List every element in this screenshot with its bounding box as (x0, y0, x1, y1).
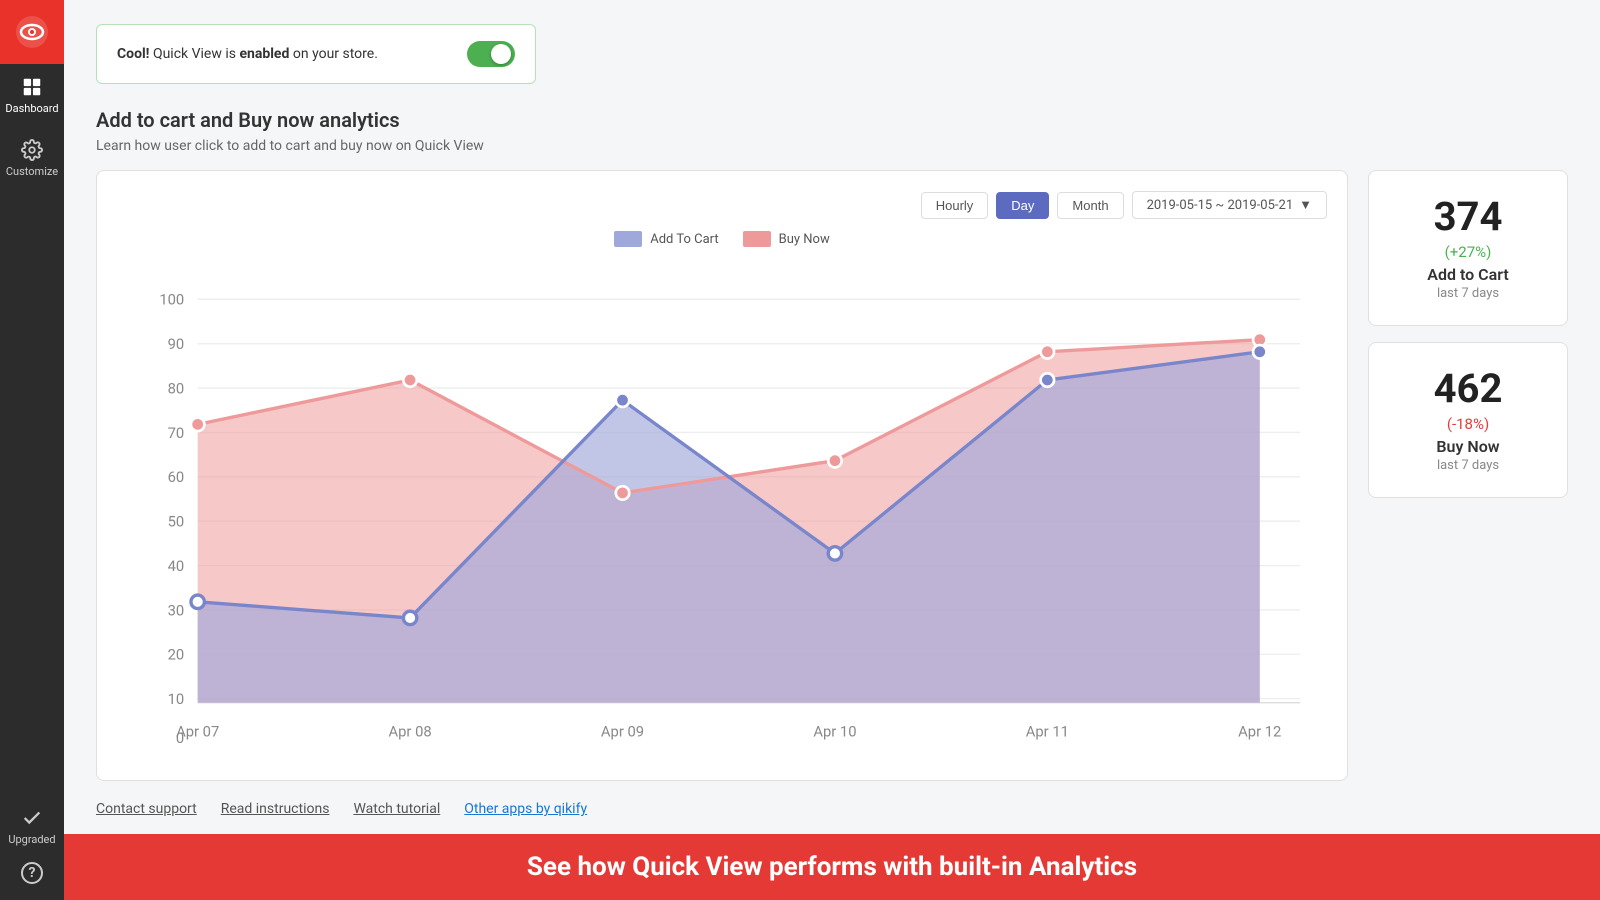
chart-legend: Add To Cart Buy Now (117, 231, 1327, 247)
svg-text:Apr 11: Apr 11 (1026, 722, 1069, 740)
section-subtitle: Learn how user click to add to cart and … (96, 138, 1568, 154)
month-button[interactable]: Month (1057, 192, 1123, 219)
svg-text:Apr 09: Apr 09 (601, 722, 644, 740)
chart-controls: Hourly Day Month 2019-05-15 ~ 2019-05-21… (117, 191, 1327, 219)
stat-card-add-to-cart: 374 (+27%) Add to Cart last 7 days (1368, 170, 1568, 326)
svg-text:80: 80 (168, 379, 185, 397)
buy-now-change: (-18%) (1389, 415, 1547, 433)
add-to-cart-point-0 (191, 595, 204, 608)
sidebar-item-dashboard[interactable]: Dashboard (0, 64, 64, 127)
read-instructions-link[interactable]: Read instructions (221, 801, 330, 817)
date-range-text: 2019-05-15 ~ 2019-05-21 (1147, 198, 1294, 213)
buy-now-label: Buy Now (1389, 437, 1547, 456)
stat-card-buy-now: 462 (-18%) Buy Now last 7 days (1368, 342, 1568, 498)
svg-text:Apr 07: Apr 07 (176, 722, 219, 740)
sidebar-customize-label: Customize (6, 165, 58, 178)
chart-section: Hourly Day Month 2019-05-15 ~ 2019-05-21… (96, 170, 1568, 781)
notification-text: Cool! Quick View is enabled on your stor… (117, 46, 378, 62)
add-to-cart-number: 374 (1389, 195, 1547, 239)
other-apps-link[interactable]: Other apps by qikify (464, 801, 587, 817)
bottom-banner-text: See how Quick View performs with built-i… (527, 852, 1137, 882)
legend-label-buy-now: Buy Now (779, 232, 830, 247)
svg-text:100: 100 (159, 291, 184, 309)
svg-text:20: 20 (168, 646, 185, 664)
chart-container: Hourly Day Month 2019-05-15 ~ 2019-05-21… (96, 170, 1348, 781)
svg-text:Apr 10: Apr 10 (813, 722, 856, 740)
svg-text:70: 70 (168, 424, 185, 442)
buy-now-point-1 (403, 373, 416, 386)
content-area: Cool! Quick View is enabled on your stor… (64, 0, 1600, 834)
notification-banner: Cool! Quick View is enabled on your stor… (96, 24, 536, 84)
legend-color-buy-now (743, 231, 771, 247)
add-to-cart-point-1 (403, 611, 416, 624)
legend-add-to-cart: Add To Cart (614, 231, 718, 247)
notification-cool: Cool! (117, 46, 149, 62)
legend-color-add-to-cart (614, 231, 642, 247)
add-to-cart-point-3 (828, 547, 841, 560)
hourly-button[interactable]: Hourly (921, 192, 989, 219)
chart-svg: 100 90 80 70 60 50 40 30 20 10 0 (117, 259, 1327, 756)
legend-label-add-to-cart: Add To Cart (650, 232, 718, 247)
add-to-cart-point-2 (616, 393, 629, 406)
section-title: Add to cart and Buy now analytics (96, 108, 1568, 132)
dropdown-icon: ▼ (1299, 197, 1312, 213)
sidebar-item-help[interactable]: ? (0, 854, 64, 900)
sidebar: Dashboard Customize Upgraded ? (0, 0, 64, 900)
sidebar-item-customize[interactable]: Customize (0, 127, 64, 190)
buy-now-number: 462 (1389, 367, 1547, 411)
footer-links: Contact support Read instructions Watch … (96, 781, 1568, 825)
contact-support-link[interactable]: Contact support (96, 801, 197, 817)
notification-enabled: enabled (239, 46, 289, 62)
main-content: Cool! Quick View is enabled on your stor… (64, 0, 1600, 900)
sidebar-logo[interactable] (0, 0, 64, 64)
buy-now-period: last 7 days (1389, 458, 1547, 473)
add-to-cart-point-4 (1041, 373, 1054, 386)
svg-text:Apr 12: Apr 12 (1238, 722, 1281, 740)
svg-text:Apr 08: Apr 08 (388, 722, 431, 740)
bottom-banner: See how Quick View performs with built-i… (64, 834, 1600, 900)
date-range-picker[interactable]: 2019-05-15 ~ 2019-05-21 ▼ (1132, 191, 1327, 219)
sidebar-upgraded-label: Upgraded (8, 833, 55, 846)
svg-text:60: 60 (168, 468, 185, 486)
legend-buy-now: Buy Now (743, 231, 830, 247)
svg-text:50: 50 (168, 513, 185, 531)
buy-now-point-4 (1041, 345, 1054, 358)
quick-view-toggle[interactable] (467, 41, 515, 67)
stats-column: 374 (+27%) Add to Cart last 7 days 462 (… (1368, 170, 1568, 498)
buy-now-point-0 (191, 418, 204, 431)
svg-text:30: 30 (168, 601, 185, 619)
chart-svg-wrapper: 100 90 80 70 60 50 40 30 20 10 0 (117, 259, 1327, 760)
buy-now-point-2 (616, 486, 629, 499)
add-to-cart-label: Add to Cart (1389, 265, 1547, 284)
buy-now-point-3 (828, 454, 841, 467)
add-to-cart-period: last 7 days (1389, 286, 1547, 301)
svg-text:40: 40 (168, 557, 185, 575)
watch-tutorial-link[interactable]: Watch tutorial (353, 801, 440, 817)
day-button[interactable]: Day (996, 192, 1049, 219)
add-to-cart-change: (+27%) (1389, 243, 1547, 261)
sidebar-dashboard-label: Dashboard (5, 102, 58, 115)
add-to-cart-point-5 (1253, 345, 1266, 358)
svg-text:10: 10 (168, 690, 185, 708)
svg-text:90: 90 (168, 335, 185, 353)
sidebar-item-upgraded[interactable]: Upgraded (0, 799, 64, 854)
